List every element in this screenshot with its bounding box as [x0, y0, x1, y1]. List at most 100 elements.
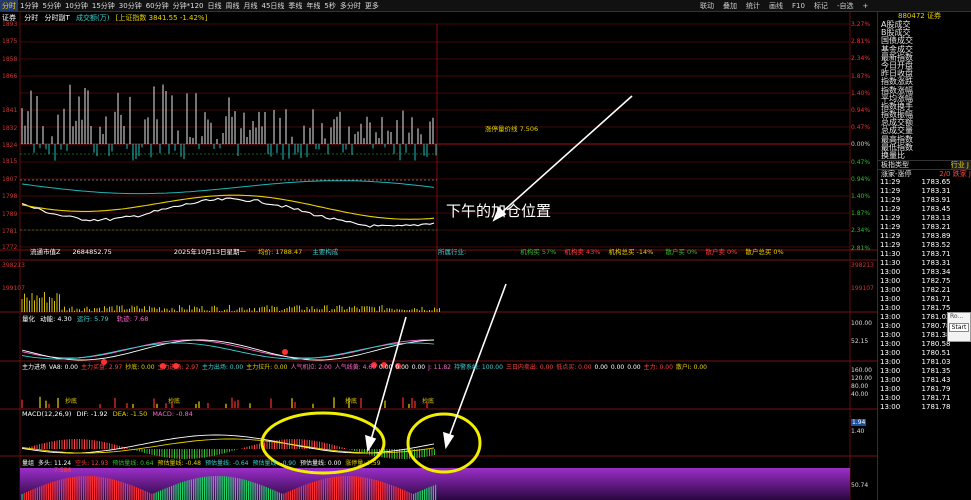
limit-price-label: 涨停量价线 7.506: [485, 125, 539, 133]
main-chart-svg[interactable]: [0, 12, 877, 500]
tab-fenshi-t[interactable]: 分时副T: [44, 14, 69, 22]
start-button[interactable]: Start: [949, 323, 969, 332]
tick-row: 11:29 1783.21: [880, 223, 951, 232]
macd-axis-2: 1.40: [851, 428, 865, 435]
retail-total: 散户总买 0%: [745, 248, 784, 256]
vol-axis-right-1: 398213: [851, 262, 874, 269]
index-quote: [上证指数 3841.55 -1.42%]: [115, 14, 208, 22]
tick-row: 13:00 1782.75: [880, 277, 951, 286]
toolbar-button[interactable]: 叠加: [723, 2, 737, 10]
period-tab[interactable]: 年线: [304, 0, 322, 11]
pct-tick: 3.27%: [851, 21, 871, 28]
tick-row: 13:00 1781.79: [880, 385, 951, 394]
toolbar-button[interactable]: +: [862, 2, 868, 10]
period-tab[interactable]: 多分时: [338, 0, 363, 11]
tick-row: 11:29 1783.91: [880, 196, 951, 205]
pct-tick: 1.40%: [851, 89, 871, 97]
tick-row: 13:00 1780.51: [880, 349, 951, 358]
toolbar-right: 联动 叠加 统计 画线 F10 标记 -自选 +: [700, 0, 877, 12]
toolbar-button[interactable]: -自选: [837, 2, 854, 10]
pct-tick: 0.00%: [851, 141, 871, 149]
period-tab[interactable]: 10分钟: [63, 0, 90, 11]
period-tab[interactable]: 60分钟: [144, 0, 171, 11]
toolbar-button[interactable]: 标记: [814, 2, 828, 10]
period-tab[interactable]: 分时: [0, 0, 18, 11]
period-tab[interactable]: 分钟*120: [171, 0, 206, 11]
tick-row: 13:00 1781.71: [880, 295, 951, 304]
tick-row: 13:00 1783.34: [880, 268, 951, 277]
chaodi-label: 抄底: [65, 398, 78, 405]
tick-row: 11:29 1783.65: [880, 178, 951, 187]
tick-row: 11:30 1783.31: [880, 259, 951, 268]
pct-tick: 0.94%: [851, 175, 871, 183]
signal-dot: [282, 349, 288, 355]
retail-buy: 散户买 0%: [665, 248, 698, 256]
start-popup[interactable]: Ro... Start: [947, 312, 971, 342]
ind4-axis-1: 50.74: [851, 482, 869, 489]
inst-total: 机构总买 -14%: [608, 248, 654, 256]
ind2-axis-tick: 120.00: [851, 375, 872, 382]
period-tab[interactable]: 季线: [286, 0, 304, 11]
tick-row: 11:29 1783.89: [880, 232, 951, 241]
vol-axis-right-2: 199107: [851, 285, 874, 292]
circ-mv-label: 流通市值Z: [30, 248, 61, 256]
tick-row: 13:00 1781.35: [880, 367, 951, 376]
price-tick: 1866: [2, 73, 18, 80]
industry-row: 板指类型 行业 J: [878, 160, 971, 170]
chaodi-label: 抄底: [422, 398, 435, 405]
ind1-axis-2: 52.15: [851, 338, 869, 345]
period-tab[interactable]: 1分钟: [18, 0, 40, 11]
pct-tick: 2.81%: [851, 38, 871, 46]
toolbar-button[interactable]: 联动: [700, 2, 714, 10]
tick-row: 13:00 1782.21: [880, 286, 951, 295]
chaodi-label: 抄底: [345, 398, 358, 405]
ind4-title[interactable]: 量组 多头: 11.24 空头: 12.93 预估量线: 0.64 预估量线: -0.4…: [22, 458, 381, 467]
period-tab[interactable]: 5秒: [322, 0, 337, 11]
ind1-title[interactable]: 量化 动能: 4.30 运行: 5.79 轨迹: 7.68: [22, 313, 148, 323]
period-tab[interactable]: 日线: [206, 0, 224, 11]
price-tick: 1858: [2, 56, 18, 63]
annotation-text: 下午的加仓位置: [446, 202, 552, 220]
tick-list[interactable]: 11:29 1783.65 11:29 1783.31 11:29 1783.91 11:2…: [878, 178, 971, 412]
period-tab[interactable]: 周线: [224, 0, 242, 11]
chaodi-label: 抄底: [168, 398, 181, 405]
tick-row: 13:00 1781.78: [880, 403, 951, 412]
ind2-axis-tick: 40.00: [851, 391, 869, 398]
pct-tick: 2.34%: [851, 55, 871, 63]
period-tab[interactable]: 15分钟: [90, 0, 117, 11]
chart-header: 证券 分时 分时副T 成交额(万) [上证指数 3841.55 -1.42%]: [2, 13, 207, 23]
toolbar-button[interactable]: F10: [792, 2, 805, 10]
period-tab[interactable]: 5分钟: [40, 0, 62, 11]
pct-tick: 0.47%: [851, 124, 871, 132]
period-tab[interactable]: 30分钟: [117, 0, 144, 11]
pct-tick: 2.81%: [851, 244, 871, 252]
avg-price-label: 均价: 1788.47: [258, 248, 303, 256]
popup-text: Ro...: [950, 313, 964, 320]
period-tab[interactable]: 月线: [242, 0, 260, 11]
retail-sell: 散户卖 0%: [705, 248, 738, 256]
tick-row: 13:00 1781.03: [880, 358, 951, 367]
tick-row: 11:29 1783.52: [880, 241, 951, 250]
tab-fenshi[interactable]: 分时: [24, 14, 38, 22]
tick-row: 11:29 1783.13: [880, 214, 951, 223]
price-tick: 1875: [2, 38, 18, 45]
pct-tick: 0.47%: [851, 158, 871, 166]
macd-title[interactable]: MACD(12,26,9) DIF: -1.92 DEA: -1.50 MACD…: [22, 410, 193, 418]
price-tick: 1893: [2, 21, 18, 28]
tick-row: 11:30 1783.71: [880, 250, 951, 259]
vol-axis-left-2: 199107: [2, 285, 25, 292]
period-tab[interactable]: 更多: [363, 0, 381, 11]
pct-tick: 0.94%: [851, 107, 871, 114]
toolbar-button[interactable]: 统计: [746, 2, 760, 10]
price-tick: 1772: [2, 244, 18, 251]
price-tick: 1789: [2, 211, 18, 218]
date-label: 2025年10月13日星期一: [173, 248, 246, 256]
ind2-title[interactable]: 主力进场 VA8: 0.00 主力买盘: 2.97 抄底: 0.00 主力进场: 2.9…: [22, 362, 707, 371]
vol-axis-left-1: 398213: [2, 262, 25, 269]
tick-row: 13:00 1781.71: [880, 394, 951, 403]
toolbar-button[interactable]: 画线: [769, 2, 783, 10]
right-menu-item[interactable]: 换量比: [878, 151, 971, 160]
tick-row: 11:29 1783.31: [880, 187, 951, 196]
tab-volume[interactable]: 成交额(万): [76, 14, 109, 22]
period-tab[interactable]: 45日线: [260, 0, 287, 11]
